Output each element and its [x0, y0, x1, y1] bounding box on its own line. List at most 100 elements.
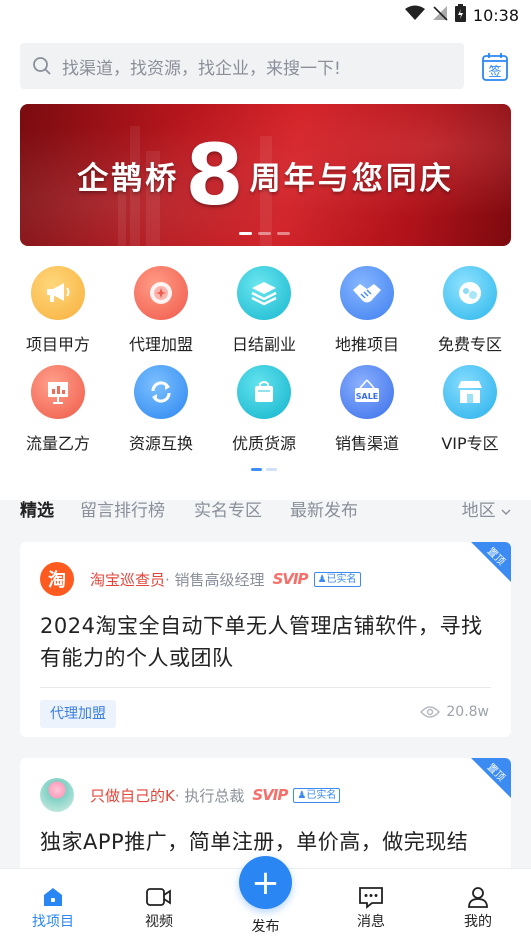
search-icon: [33, 57, 51, 75]
sale-sign-icon: SALE: [340, 365, 394, 419]
storefront-icon: [443, 365, 497, 419]
author-role: · 执行总裁: [174, 786, 245, 805]
home-icon: [18, 883, 88, 911]
battery-icon: [454, 4, 466, 26]
avatar[interactable]: 淘: [40, 562, 74, 596]
verified-badge: ♟已实名: [293, 787, 341, 803]
message-icon: [336, 883, 406, 911]
view-count-value: 20.8w: [446, 704, 489, 720]
nav-label: 找项目: [32, 914, 74, 930]
category-item-resource-exchange[interactable]: 资源互换: [116, 365, 206, 454]
author-role: · 销售高级经理: [165, 570, 265, 589]
category-label: VIP专区: [441, 434, 499, 453]
nav-label: 消息: [357, 914, 385, 930]
pagination-dot: [277, 232, 290, 235]
exchange-icon: [134, 365, 188, 419]
svip-badge: SVIP: [272, 570, 309, 588]
category-label: 流量乙方: [25, 434, 90, 453]
megaphone-icon: [31, 266, 85, 320]
banner-prefix: 企鹊桥: [77, 160, 180, 197]
category-item-vip-zone[interactable]: VIP专区: [425, 365, 515, 454]
nav-messages[interactable]: 消息: [336, 883, 406, 931]
target-icon: [134, 266, 188, 320]
eye-icon: [420, 706, 441, 718]
tab-message-ranking[interactable]: 留言排行榜: [80, 496, 165, 521]
nav-label: 视频: [145, 914, 173, 930]
promo-banner[interactable]: 企鹊桥 8 周年与您同庆: [20, 104, 511, 246]
sign-label: 签: [488, 64, 501, 80]
shopping-bag-icon: [237, 365, 291, 419]
author-name[interactable]: 只做自己的K: [90, 785, 175, 806]
category-label: 项目甲方: [25, 335, 90, 354]
pinned-badge: 置顶: [471, 758, 511, 798]
wifi-icon: [404, 5, 425, 25]
sign-in-button[interactable]: 签: [481, 51, 509, 82]
category-label: 资源互换: [128, 434, 193, 453]
banner-title: 企鹊桥 8 周年与您同庆: [20, 104, 511, 246]
presentation-board-icon: [31, 365, 85, 419]
status-bar: 10:38: [404, 4, 519, 26]
category-pagination: [251, 468, 277, 471]
category-item-project-owner[interactable]: 项目甲方: [13, 266, 103, 355]
region-filter[interactable]: 地区: [462, 496, 511, 521]
category-label: 代理加盟: [128, 335, 193, 354]
nav-profile[interactable]: 我的: [443, 883, 513, 931]
category-label: 免费专区: [437, 335, 502, 354]
region-label: 地区: [461, 501, 496, 521]
gift-icon: [443, 266, 497, 320]
chevron-down-icon: [501, 509, 511, 515]
category-item-sales-channel[interactable]: SALE 销售渠道: [322, 365, 412, 454]
category-item-franchise[interactable]: 代理加盟: [116, 266, 206, 355]
author-name[interactable]: 淘宝巡查员: [90, 569, 165, 590]
video-camera-icon: [124, 883, 194, 911]
category-label: 日结副业: [231, 335, 296, 354]
layers-icon: [237, 266, 291, 320]
post-author: 淘 淘宝巡查员 · 销售高级经理 SVIP ♟已实名: [40, 562, 361, 596]
pagination-dot: [251, 468, 262, 471]
search-bar[interactable]: 找渠道，找资源，找企业，来搜一下!: [20, 43, 464, 89]
verified-label: 已实名: [306, 789, 337, 801]
pinned-label: 置顶: [484, 545, 507, 568]
banner-suffix: 周年与您同庆: [249, 160, 454, 197]
clock: 10:38: [472, 5, 519, 25]
post-author: 只做自己的K · 执行总裁 SVIP ♟已实名: [40, 778, 341, 812]
app-screen: 10:38 找渠道，找资源，找企业，来搜一下! 签 企鹊桥 8 周年与您同庆 项…: [0, 0, 531, 944]
plus-icon: +: [251, 862, 280, 903]
post-card[interactable]: 置顶 淘 淘宝巡查员 · 销售高级经理 SVIP ♟已实名 2024淘宝全自动下…: [20, 542, 511, 737]
nav-video[interactable]: 视频: [124, 883, 194, 931]
view-count: 20.8w: [420, 704, 489, 720]
post-title: 独家APP推广，简单注册，单价高，做完现结: [40, 830, 469, 854]
verified-badge: ♟已实名: [313, 571, 361, 587]
category-item-free-zone[interactable]: 免费专区: [425, 266, 515, 355]
avatar[interactable]: [40, 778, 74, 812]
pagination-dot: [266, 468, 277, 471]
svg-text:SALE: SALE: [356, 392, 379, 401]
user-icon: ♟: [317, 573, 327, 585]
svip-badge: SVIP: [252, 786, 288, 804]
pagination-dot: [239, 232, 252, 235]
post-title: 2024淘宝全自动下单无人管理店铺软件，寻找有能力的个人或团队: [40, 614, 483, 670]
tab-latest[interactable]: 最新发布: [290, 496, 358, 521]
category-item-daily-side-job[interactable]: 日结副业: [219, 266, 309, 355]
no-signal-icon: [432, 5, 448, 25]
post-tag[interactable]: 代理加盟: [40, 700, 116, 728]
publish-label: 发布: [251, 919, 280, 935]
handshake-icon: [340, 266, 394, 320]
category-item-ground-promotion[interactable]: 地推项目: [322, 266, 412, 355]
category-label: 销售渠道: [334, 434, 399, 453]
tab-verified-zone[interactable]: 实名专区: [194, 496, 262, 521]
user-icon: ♟: [297, 789, 307, 801]
banner-number: 8: [185, 126, 244, 224]
feed-tabs: 精选 留言排行榜 实名专区 最新发布 地区: [20, 496, 511, 522]
category-item-traffic-provider[interactable]: 流量乙方: [13, 365, 103, 454]
verified-label: 已实名: [326, 573, 357, 585]
divider: [40, 687, 491, 688]
pagination-dot: [258, 232, 271, 235]
nav-label: 我的: [464, 914, 492, 930]
nav-find-projects[interactable]: 找项目: [18, 883, 88, 931]
category-item-quality-supply[interactable]: 优质货源: [219, 365, 309, 454]
user-icon: [443, 883, 513, 911]
pinned-label: 置顶: [484, 761, 507, 784]
tab-featured[interactable]: 精选: [20, 496, 54, 521]
publish-button[interactable]: +: [239, 856, 292, 909]
